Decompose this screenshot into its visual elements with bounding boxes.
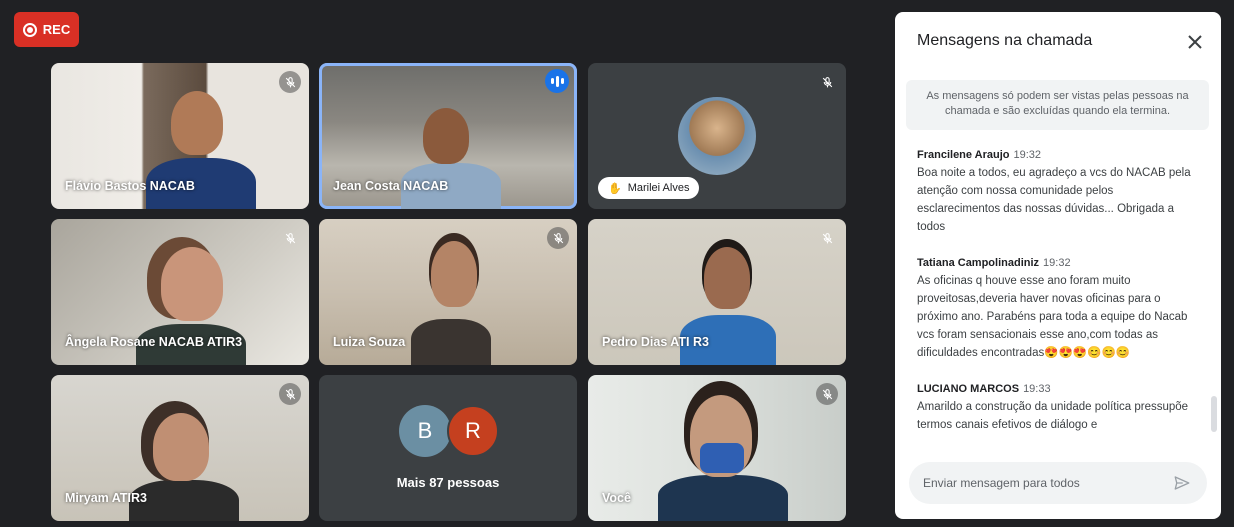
- participant-name: Você: [602, 491, 631, 505]
- participant-tile-pedro[interactable]: Pedro Dias ATI R3: [588, 219, 846, 365]
- participant-face: [431, 241, 477, 307]
- more-participants-label: Mais 87 pessoas: [396, 475, 500, 490]
- message-time: 19:33: [1023, 383, 1051, 395]
- speaking-indicator-icon: [545, 69, 569, 93]
- message-author: LUCIANO MARCOS: [917, 383, 1020, 395]
- message-author: Francilene Araujo: [917, 149, 1010, 161]
- participant-name: Jean Costa NACAB: [333, 179, 449, 193]
- chat-notice: As mensagens só podem ser vistas pelas p…: [906, 80, 1209, 130]
- message-text: Boa noite a todos, eu agradeço a vcs do …: [917, 167, 1191, 233]
- chat-message: LUCIANO MARCOS 19:33 Amarildo a construçã…: [917, 383, 1197, 434]
- mic-muted-icon: [816, 227, 838, 249]
- recording-indicator: REC: [14, 12, 79, 47]
- participant-name: Pedro Dias ATI R3: [602, 335, 709, 349]
- participant-name: Marilei Alves: [627, 182, 690, 194]
- participant-avatar: [678, 97, 756, 175]
- raised-hand-icon: ✋: [608, 182, 622, 195]
- meet-call: REC Flávio Bastos NACAB Jean Costa NACAB…: [0, 0, 1234, 527]
- more-participants-avatars: B R: [399, 405, 499, 457]
- message-text: Amarildo a construção da unidade polític…: [917, 401, 1189, 431]
- participant-face: [704, 247, 750, 309]
- message-time: 19:32: [1043, 257, 1071, 269]
- face-mask: [700, 443, 744, 473]
- avatar: R: [447, 405, 499, 457]
- participant-face: [161, 247, 223, 321]
- participant-tile-marilei[interactable]: ✋ Marilei Alves: [588, 63, 846, 209]
- chat-panel: Mensagens na chamada As mensagens só pod…: [895, 12, 1221, 519]
- chat-message: Francilene Araujo 19:32 Boa noite a todos…: [917, 149, 1197, 236]
- participant-name: Ângela Rosane NACAB ATIR3: [65, 335, 243, 349]
- participant-video: [411, 319, 491, 365]
- chat-message-input[interactable]: [923, 476, 1171, 490]
- participant-face: [171, 91, 223, 155]
- send-icon[interactable]: [1171, 472, 1193, 494]
- mic-muted-icon: [816, 71, 838, 93]
- mic-muted-icon: [816, 383, 838, 405]
- participant-tile-flavio[interactable]: Flávio Bastos NACAB: [51, 63, 309, 209]
- mic-muted-icon: [279, 227, 301, 249]
- participant-face: [153, 413, 209, 481]
- participant-face: [423, 108, 469, 164]
- message-author: Tatiana Campolinadiniz: [917, 257, 1040, 269]
- chat-scrollbar[interactable]: [1211, 396, 1217, 432]
- message-time: 19:32: [1013, 149, 1042, 161]
- participant-name: Miryam ATIR3: [65, 491, 147, 505]
- mic-muted-icon: [279, 383, 301, 405]
- message-text: As oficinas q houve esse ano foram muito…: [917, 275, 1188, 359]
- participant-tile-angela[interactable]: Ângela Rosane NACAB ATIR3: [51, 219, 309, 365]
- chat-message-list: Francilene Araujo 19:32 Boa noite a todos…: [917, 149, 1197, 455]
- chat-message: Tatiana Campolinadiniz 19:32 As oficinas …: [917, 257, 1197, 362]
- chat-composer: [909, 462, 1207, 504]
- mic-muted-icon: [547, 227, 569, 249]
- participant-tile-miryam[interactable]: Miryam ATIR3: [51, 375, 309, 521]
- avatar: B: [399, 405, 451, 457]
- participant-name: Luiza Souza: [333, 335, 406, 349]
- record-icon: [22, 22, 37, 37]
- participant-tile-luiza[interactable]: Luiza Souza: [319, 219, 577, 365]
- participant-tile-self[interactable]: Você: [588, 375, 846, 521]
- recording-label: REC: [42, 22, 71, 37]
- mic-muted-icon: [279, 71, 301, 93]
- raised-hand-badge: ✋ Marilei Alves: [598, 177, 700, 199]
- participant-name: Flávio Bastos NACAB: [65, 179, 195, 193]
- participant-video: [658, 475, 788, 521]
- more-participants-tile[interactable]: B R Mais 87 pessoas: [319, 375, 577, 521]
- chat-title: Mensagens na chamada: [917, 32, 1093, 49]
- participant-tile-jean[interactable]: Jean Costa NACAB: [319, 63, 577, 209]
- close-icon[interactable]: [1183, 30, 1207, 54]
